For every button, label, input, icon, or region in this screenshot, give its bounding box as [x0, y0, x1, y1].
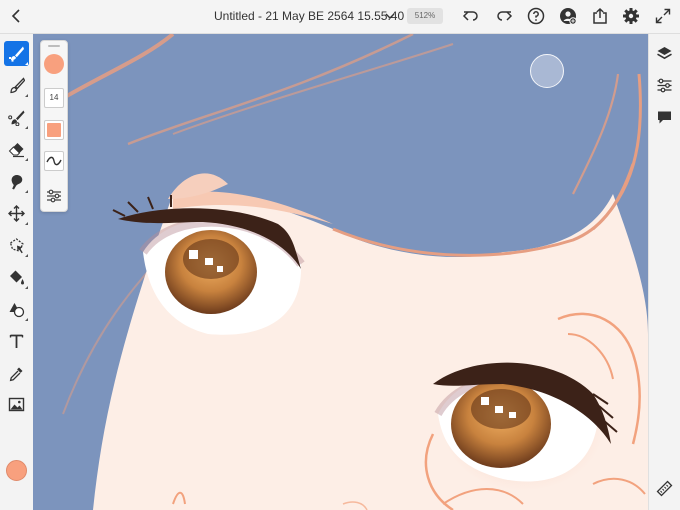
artwork-illustration: [51, 34, 648, 510]
fullscreen-icon[interactable]: [654, 7, 672, 25]
eraser-tool[interactable]: [4, 137, 29, 162]
pixel-brush-tool[interactable]: [4, 41, 29, 66]
tools-toolbar: [0, 34, 34, 510]
live-brush-tool[interactable]: [4, 73, 29, 98]
opacity-color-fill: [47, 123, 61, 137]
invite-user-icon[interactable]: [559, 7, 577, 25]
tool-options-indicator: [25, 62, 28, 65]
fill-tool[interactable]: [4, 265, 29, 290]
back-icon[interactable]: [8, 7, 26, 25]
app-header: Untitled - 21 May BE 2564 15.55.40 * 512…: [0, 0, 680, 34]
brush-size-value[interactable]: 14: [44, 88, 64, 108]
image-icon: [8, 397, 25, 412]
lasso-selection-tool[interactable]: [4, 233, 29, 258]
brush-settings-panel: 14: [40, 40, 68, 212]
tool-options-indicator: [25, 318, 28, 321]
smoothing-wave-icon: [46, 156, 62, 166]
tool-options-indicator: [25, 94, 28, 97]
transform-move-icon: [8, 205, 25, 222]
paint-bucket-icon: [10, 270, 24, 285]
layers-icon[interactable]: [656, 45, 673, 62]
help-icon[interactable]: [527, 7, 545, 25]
live-brush-icon: [10, 77, 25, 94]
vector-brush-tool[interactable]: [4, 105, 29, 130]
touch-shortcut-icon[interactable]: [656, 480, 673, 497]
brush-opacity-swatch[interactable]: [44, 120, 64, 140]
tool-options-indicator: [25, 126, 28, 129]
share-icon[interactable]: [591, 7, 609, 25]
comments-icon[interactable]: [656, 109, 673, 126]
eraser-icon: [8, 143, 24, 158]
drawing-canvas[interactable]: [33, 34, 648, 510]
transform-tool[interactable]: [4, 201, 29, 226]
tool-options-indicator: [25, 222, 28, 225]
redo-icon[interactable]: [495, 7, 513, 25]
right-panel-toolbar: [648, 34, 680, 510]
pixel-brush-icon: [9, 46, 24, 62]
brush-cursor-indicator: [530, 54, 564, 88]
text-tool[interactable]: [4, 329, 29, 354]
properties-sliders-icon[interactable]: [656, 77, 673, 94]
shapes-tool[interactable]: [4, 297, 29, 322]
undo-icon[interactable]: [462, 7, 480, 25]
brush-smoothing-button[interactable]: [44, 151, 64, 171]
brush-settings-sliders-icon[interactable]: [45, 187, 63, 205]
tool-options-indicator: [25, 254, 28, 257]
tool-options-indicator: [25, 158, 28, 161]
text-type-icon: [9, 334, 24, 348]
panel-drag-handle[interactable]: [48, 45, 60, 47]
shapes-icon: [9, 303, 25, 318]
zoom-level-indicator[interactable]: 512%: [407, 8, 443, 24]
tool-options-indicator: [25, 286, 28, 289]
settings-gear-icon[interactable]: [622, 7, 640, 25]
tool-options-indicator: [25, 190, 28, 193]
chevron-down-icon[interactable]: [384, 10, 396, 22]
place-image-tool[interactable]: [4, 392, 29, 417]
brush-size-preview[interactable]: [44, 54, 64, 74]
vector-brush-icon: [8, 110, 25, 126]
document-title[interactable]: Untitled - 21 May BE 2564 15.55.40 *: [214, 9, 412, 23]
current-color-swatch[interactable]: [6, 460, 27, 481]
lasso-selection-icon: [9, 238, 24, 254]
eyedropper-tool[interactable]: [4, 361, 29, 386]
smudge-icon: [11, 174, 23, 190]
smudge-tool[interactable]: [4, 169, 29, 194]
eyedropper-icon: [9, 367, 23, 382]
